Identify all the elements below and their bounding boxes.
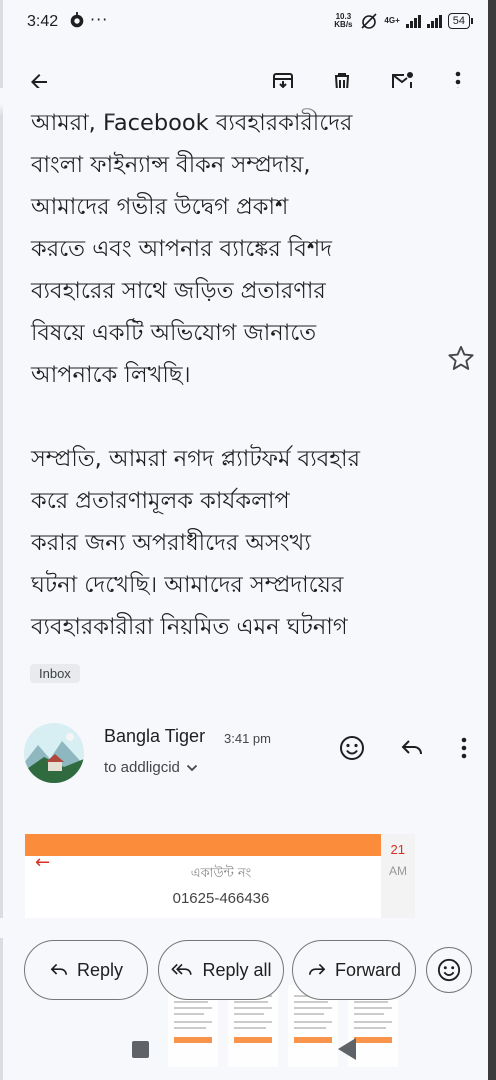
network-type: 4G+ bbox=[384, 16, 400, 25]
add-reaction-button[interactable] bbox=[336, 732, 368, 764]
message-line: ব্যবহারকারীরা নিয়মিত এমন ঘটনাগ bbox=[31, 614, 348, 640]
message-line: সম্প্রতি, আমরা নগদ প্ল্যাটফর্ম ব্যবহার bbox=[31, 446, 360, 472]
reply-all-label: Reply all bbox=[202, 959, 272, 980]
avatar[interactable] bbox=[24, 723, 84, 783]
reply-button[interactable]: Reply bbox=[24, 940, 148, 1000]
message-line: আপনাকে লিখছি। bbox=[31, 362, 191, 388]
reply-icon bbox=[401, 740, 422, 755]
attachment-fade bbox=[0, 918, 496, 938]
attachment-content: একাউন্ট নং 01625-466436 bbox=[58, 856, 384, 920]
arrow-back-icon: ← bbox=[35, 852, 51, 873]
attachment-preview[interactable]: ← একাউন্ট নং 01625-466436 21 AM bbox=[25, 834, 415, 920]
forward-button[interactable]: Forward bbox=[292, 940, 416, 1000]
sender-name[interactable]: Bangla Tiger bbox=[104, 726, 205, 747]
reply-icon-button[interactable] bbox=[396, 732, 428, 764]
right-edge bbox=[488, 0, 496, 1080]
reply-label: Reply bbox=[76, 959, 124, 980]
toolbar-fade bbox=[0, 88, 496, 116]
account-label: একাউন্ট নং bbox=[190, 866, 252, 881]
recipient-text: to addligcid bbox=[104, 759, 180, 776]
emoji-icon bbox=[340, 736, 364, 760]
status-bar: 3:42 ··· 10.3 KB/s 4G+ 54 bbox=[0, 0, 496, 46]
recipient-details-toggle[interactable]: to addligcid bbox=[104, 759, 198, 776]
sent-time: 3:41 pm bbox=[224, 731, 271, 746]
message-body: আমরা, Facebook ব্যবহারকারীদের বাংলা ফাইন… bbox=[31, 102, 451, 648]
network-speed: 10.3 KB/s bbox=[334, 12, 353, 29]
battery-level: 54 bbox=[447, 13, 474, 29]
star-icon[interactable] bbox=[447, 344, 475, 372]
gear-icon bbox=[70, 12, 84, 28]
signal-bars-icon bbox=[405, 14, 421, 28]
inbox-label-chip[interactable]: Inbox bbox=[30, 664, 80, 683]
message-line: করে প্রতারণামূলক কার্যকলাপ bbox=[31, 488, 290, 514]
message-line: ব্যবহারের সাথে জড়িত প্রতারণার bbox=[31, 278, 326, 304]
attachment-header-bar bbox=[25, 834, 415, 856]
emoji-reaction-button[interactable] bbox=[426, 947, 472, 993]
message-more-button[interactable] bbox=[448, 732, 480, 764]
chevron-down-icon bbox=[186, 764, 198, 771]
attachment-side-panel: 21 AM bbox=[381, 834, 415, 920]
message-line: করার জন্য অপরাধীদের অসংখ্য bbox=[31, 530, 311, 556]
signal-bars-2-icon bbox=[426, 14, 442, 28]
emoji-icon bbox=[437, 958, 461, 982]
sender-avatar-icon bbox=[24, 723, 84, 783]
account-number: 01625-466436 bbox=[172, 890, 270, 907]
attachment-side-number: 21 bbox=[390, 842, 405, 857]
back-nav-button[interactable] bbox=[338, 1038, 356, 1060]
more-vert-icon bbox=[461, 737, 467, 759]
message-line: বাংলা ফাইন্যান্স বীকন সম্প্রদায়, bbox=[31, 152, 311, 178]
recent-apps-nav-button[interactable] bbox=[132, 1041, 149, 1058]
status-time: 3:42 bbox=[27, 13, 59, 30]
message-line: ঘটনা দেখেছি। আমাদের সম্প্রদায়ের bbox=[31, 572, 344, 598]
message-line: আমাদের গভীর উদ্বেগ প্রকাশ bbox=[31, 194, 289, 220]
forward-icon bbox=[308, 963, 326, 975]
reply-all-button[interactable]: Reply all bbox=[158, 940, 284, 1000]
reply-icon bbox=[50, 963, 67, 975]
message-line: করতে এবং আপনার ব্যাঙ্কের বিশদ bbox=[31, 236, 332, 262]
status-indicators: 10.3 KB/s 4G+ 54 bbox=[332, 12, 474, 30]
forward-label: Forward bbox=[334, 959, 401, 980]
no-alarm-icon bbox=[361, 13, 377, 29]
message-line: বিষয়ে একটি অভিযোগ জানাতে bbox=[31, 320, 317, 346]
attachment-side-meridiem: AM bbox=[389, 864, 407, 878]
status-more-dots: ··· bbox=[90, 10, 109, 29]
reply-all-icon bbox=[171, 963, 193, 975]
